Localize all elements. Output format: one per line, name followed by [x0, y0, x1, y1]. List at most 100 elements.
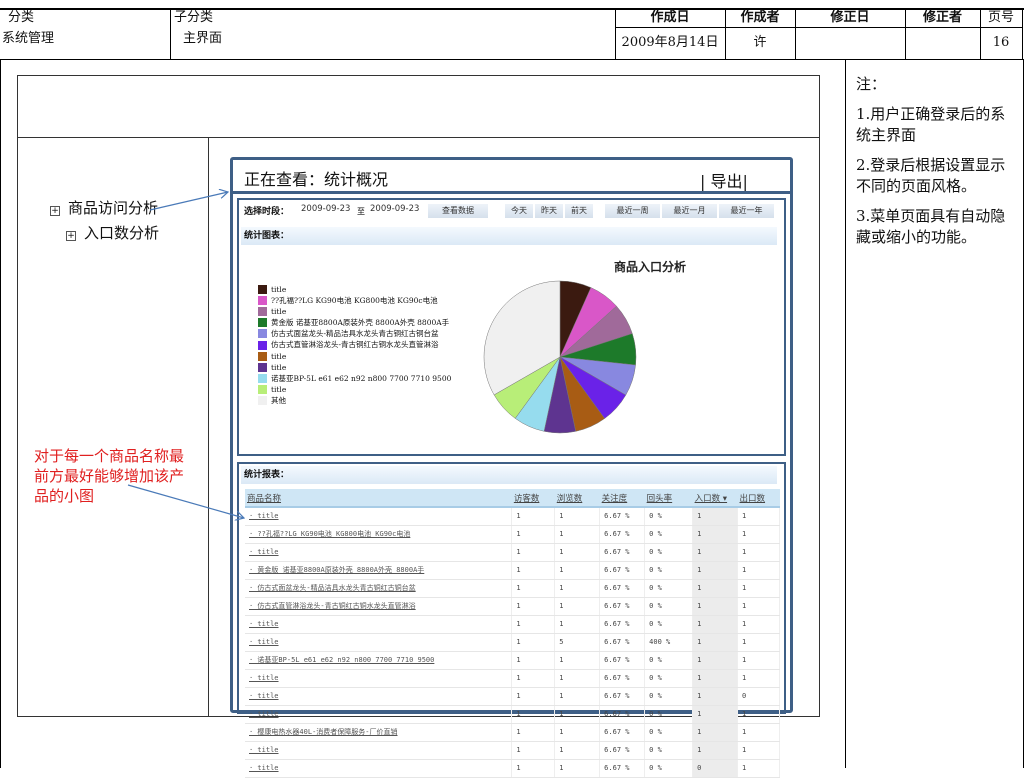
table-cell: 1 — [737, 669, 780, 688]
table-cell: 1 — [554, 651, 601, 670]
product-name-link[interactable]: · ??孔福??LG KG90电池 KG800电池 KG90c电池 — [245, 525, 513, 544]
table-cell: 1 — [692, 651, 739, 670]
table-cell: 0 % — [644, 759, 694, 778]
author-label: 作成者 — [740, 10, 780, 25]
table-cell: 1 — [511, 669, 556, 688]
table-cell: 6.67 % — [599, 651, 646, 670]
date-from-input[interactable]: 2009-09-23 — [301, 204, 350, 214]
legend-swatch — [258, 362, 267, 372]
legend-swatch — [258, 307, 267, 317]
export-link[interactable]: | 导出| — [700, 168, 748, 192]
today-button[interactable]: 今天 — [505, 204, 533, 218]
expand-icon[interactable]: + — [50, 206, 60, 216]
note-item: 3.菜单页面具有自动隐藏或缩小的功能。 — [856, 207, 1006, 246]
last-week-button[interactable]: 最近一周 — [605, 204, 660, 218]
legend-label: 诺基亚BP-5L e61 e62 n92 n800 7700 7710 9500 — [271, 373, 452, 383]
table-cell: 0 % — [644, 579, 694, 598]
product-name-link[interactable]: · 诺基亚BP-5L e61 e62 n92 n800 7700 7710 95… — [245, 651, 513, 670]
table-cell: 1 — [554, 579, 601, 598]
author: 许 — [753, 35, 767, 50]
table-cell: 0 % — [644, 615, 694, 634]
table-cell: 1 — [692, 579, 739, 598]
last-month-button[interactable]: 最近一月 — [662, 204, 717, 218]
legend-item: 黄金版 诺基亚8800A原装外壳 8800A外壳 8800A手 — [258, 317, 451, 328]
nav-label: 入口数分析 — [84, 224, 160, 242]
nav-item-entry-analysis[interactable]: + 入口数分析 — [66, 222, 159, 243]
table-cell: 1 — [737, 525, 780, 544]
table-row: · title 1 1 6.67 % 0 % 1 1 — [245, 507, 780, 526]
table-cell: 1 — [692, 705, 739, 724]
table-row: · title 1 1 6.67 % 0 % 1 1 — [245, 669, 780, 688]
table-cell: 1 — [511, 651, 556, 670]
product-name-link[interactable]: · title — [245, 543, 513, 562]
column-header[interactable]: 访客数 — [511, 489, 555, 508]
view-data-button[interactable]: 查看数据 — [428, 204, 488, 218]
table-cell: 0 % — [644, 687, 694, 706]
yesterday-button[interactable]: 昨天 — [535, 204, 563, 218]
legend-item: 仿古式面盆龙头-精品洁具水龙头青古铜红古铜台盆 — [258, 328, 451, 339]
table-row: · title 1 5 6.67 % 400 % 1 1 — [245, 633, 780, 652]
date-to-input[interactable]: 2009-09-23 — [370, 204, 419, 214]
nav-item-product-visit[interactable]: + 商品访问分析 — [50, 197, 158, 218]
table-cell: 1 — [554, 561, 601, 580]
table-row: · 黄金版 诺基亚8800A原装外壳 8800A外壳 8800A手 1 1 6.67 … — [245, 561, 780, 580]
table-cell: 1 — [554, 507, 601, 526]
to-label: 至 — [357, 207, 365, 216]
table-cell: 0 % — [644, 669, 694, 688]
day-before-button[interactable]: 前天 — [565, 204, 593, 218]
table-cell: 1 — [511, 579, 556, 598]
legend-swatch — [258, 329, 267, 339]
column-header[interactable]: 商品名称 — [245, 489, 512, 508]
product-name-link[interactable]: · title — [245, 759, 513, 778]
column-header[interactable]: 浏览数 — [554, 489, 600, 508]
table-cell: 6.67 % — [599, 633, 646, 652]
table-cell: 1 — [692, 543, 739, 562]
product-name-link[interactable]: · 樱康电热水器40L-消费者保障服务-厂价直销 — [245, 723, 513, 742]
expand-icon[interactable]: + — [66, 231, 76, 241]
pie-chart — [483, 280, 637, 434]
table-cell: 1 — [737, 579, 780, 598]
last-year-button[interactable]: 最近一年 — [719, 204, 774, 218]
table-cell: 1 — [554, 759, 601, 778]
product-name-link[interactable]: · title — [245, 687, 513, 706]
product-name-link[interactable]: · title — [245, 507, 513, 526]
report-section-header: 统计报表： — [241, 466, 777, 484]
legend-label: 黄金版 诺基亚8800A原装外壳 8800A外壳 8800A手 — [271, 318, 450, 328]
table-cell: 1 — [737, 561, 780, 580]
column-header[interactable]: 关注度 — [599, 489, 645, 508]
product-name-link[interactable]: · title — [245, 615, 513, 634]
created-date-label: 作成日 — [650, 10, 690, 25]
table-cell: 6.67 % — [599, 615, 646, 634]
column-header[interactable]: 入口数 ▾ — [692, 489, 738, 508]
table-row: · ??孔福??LG KG90电池 KG800电池 KG90c电池 1 1 6.67 … — [245, 525, 780, 544]
table-cell: 1 — [737, 543, 780, 562]
table-row: · 诺基亚BP-5L e61 e62 n92 n800 7700 7710 95… — [245, 651, 780, 670]
table-row: · title 1 1 6.67 % 0 % 1 0 — [245, 687, 780, 706]
product-name-link[interactable]: · title — [245, 741, 513, 760]
product-name-link[interactable]: · 仿古式直管淋浴龙头-青古铜红古铜水龙头直管淋浴 — [245, 597, 513, 616]
product-name-link[interactable]: · title — [245, 705, 513, 724]
legend-label: ??孔福??LG KG90电池 KG800电池 KG90c电池 — [271, 296, 438, 306]
table-cell: 0 — [737, 687, 780, 706]
table-cell: 1 — [692, 723, 739, 742]
page-label: 页号 — [987, 10, 1014, 25]
note-item: 2.登录后根据设置显示不同的页面风格。 — [856, 156, 1006, 195]
table-cell: 6.67 % — [599, 669, 646, 688]
product-name-link[interactable]: · title — [245, 633, 513, 652]
product-name-link[interactable]: · 黄金版 诺基亚8800A原装外壳 8800A外壳 8800A手 — [245, 561, 513, 580]
table-cell: 5 — [554, 633, 601, 652]
column-header[interactable]: 出口数 — [737, 489, 780, 508]
table-cell: 1 — [554, 687, 601, 706]
table-cell: 1 — [692, 615, 739, 634]
legend-label: 其他 — [271, 395, 286, 405]
table-cell: 0 % — [644, 705, 694, 724]
report-table: 商品名称 访客数 浏览数 关注度 回头率 入口数 ▾ 出口数 · title 1 1 6.67 %… — [245, 489, 780, 778]
table-cell: 0 — [692, 759, 739, 778]
legend-item: ??孔福??LG KG90电池 KG800电池 KG90c电池 — [258, 295, 451, 306]
table-cell: 1 — [511, 759, 556, 778]
document-header: 分类 系统管理 子分类 主界面 作成日 2009年8月14日 作成者 许 修正日… — [0, 8, 1024, 60]
column-header[interactable]: 回头率 — [644, 489, 693, 508]
legend-swatch — [258, 285, 267, 295]
product-name-link[interactable]: · title — [245, 669, 513, 688]
product-name-link[interactable]: · 仿古式面盆龙头-精品洁具水龙头青古铜红古铜台盆 — [245, 579, 513, 598]
